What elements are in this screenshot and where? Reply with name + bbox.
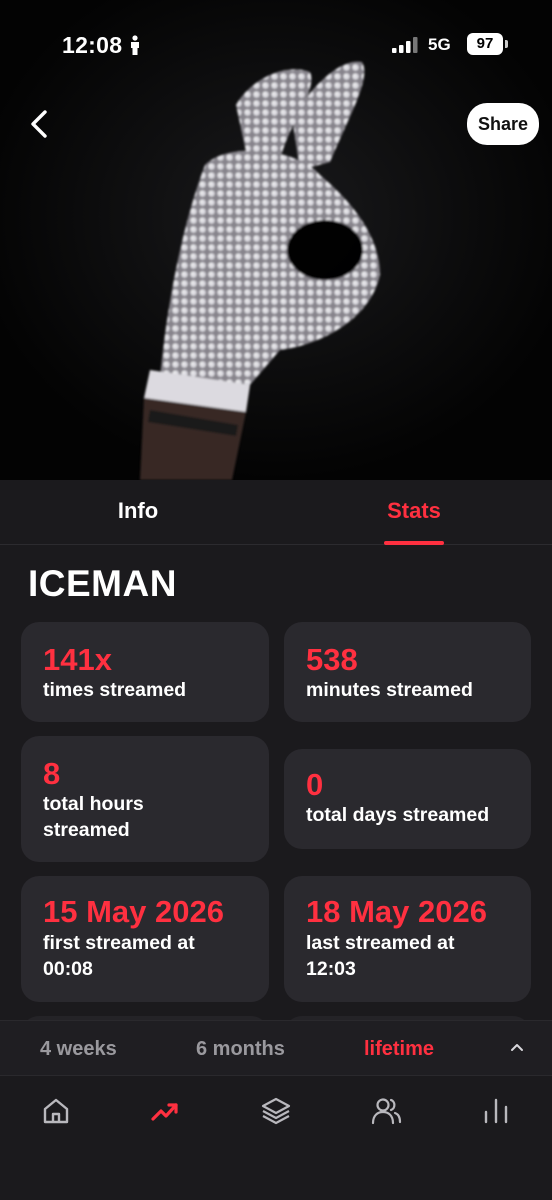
status-time: 12:08 — [62, 32, 123, 58]
share-button[interactable]: Share — [467, 103, 539, 145]
stat-label: times streamed — [43, 679, 187, 701]
active-tab-indicator — [384, 541, 444, 545]
tab-bar: Info Stats — [0, 480, 552, 545]
tab-info[interactable]: Info — [0, 480, 276, 545]
stat-card-times-streamed: 141x times streamed — [21, 622, 269, 722]
stat-value: 8 — [43, 756, 61, 791]
period-selector: 4 weeks 6 months lifetime — [0, 1020, 552, 1076]
home-icon[interactable] — [40, 1095, 72, 1127]
status-bar: 12:08 5G 97 — [0, 0, 552, 92]
stat-value: 141x — [43, 642, 112, 677]
stat-value: 18 May 2026 — [306, 894, 487, 929]
back-button[interactable] — [22, 104, 62, 144]
network-label: 5G — [428, 35, 451, 54]
signal-icon — [392, 37, 418, 53]
stat-value: 538 — [306, 642, 358, 677]
tab-stats[interactable]: Stats — [276, 480, 552, 545]
battery-cap — [505, 40, 508, 48]
friends-icon[interactable] — [370, 1095, 402, 1127]
stat-card-minutes-streamed: 538 minutes streamed — [284, 622, 531, 722]
stat-label: first streamed at 00:08 — [43, 932, 195, 980]
stat-card-total-days: 0 total days streamed — [284, 749, 531, 849]
stat-value: 15 May 2026 — [43, 894, 224, 929]
album-artwork: 12:08 5G 97 Share — [0, 0, 552, 480]
stat-value: 0 — [306, 767, 324, 802]
stat-label: total hours streamed — [43, 793, 144, 841]
bottom-navigation — [0, 1077, 552, 1200]
chevron-left-icon — [31, 110, 47, 138]
battery-icon: 97 — [467, 33, 509, 55]
person-icon — [131, 35, 139, 55]
stat-card-total-hours: 8 total hours streamed — [21, 736, 269, 862]
trends-icon[interactable] — [149, 1095, 181, 1127]
stat-label: last streamed at 12:03 — [306, 932, 455, 980]
chevron-up-icon[interactable] — [508, 1041, 526, 1055]
battery-level: 97 — [467, 33, 503, 55]
track-title: ICEMAN — [28, 563, 177, 604]
stat-label: total days streamed — [306, 804, 490, 826]
period-6-months[interactable]: 6 months — [196, 1021, 285, 1077]
stat-card-first-streamed: 15 May 2026 first streamed at 00:08 — [21, 876, 269, 1002]
period-lifetime[interactable]: lifetime — [364, 1021, 434, 1077]
layers-icon[interactable] — [260, 1095, 292, 1127]
period-4-weeks[interactable]: 4 weeks — [40, 1021, 117, 1077]
stat-card-last-streamed: 18 May 2026 last streamed at 12:03 — [284, 876, 531, 1002]
stat-label: minutes streamed — [306, 679, 473, 701]
bar-chart-icon[interactable] — [480, 1095, 512, 1127]
